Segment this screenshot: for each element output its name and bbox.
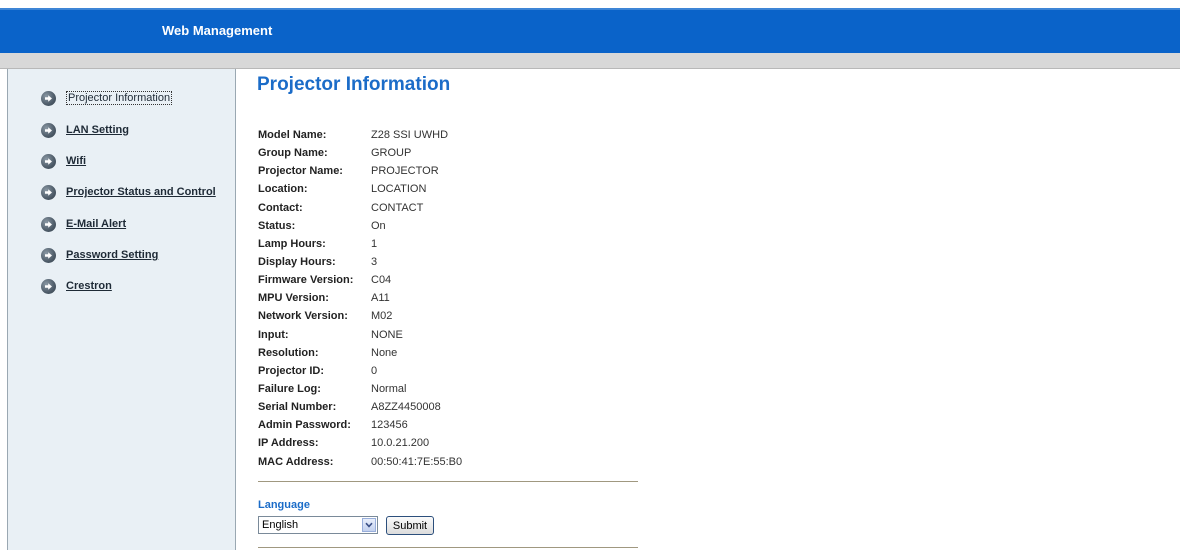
info-row-projector-name: Projector Name: PROJECTOR <box>258 162 439 180</box>
info-row-display-hours: Display Hours: 3 <box>258 253 377 271</box>
info-value: NONE <box>371 329 403 341</box>
sidebar-item-label[interactable]: Password Setting <box>66 249 158 261</box>
info-value: PROJECTOR <box>371 165 439 177</box>
info-row-ip-address: IP Address: 10.0.21.200 <box>258 434 429 452</box>
arrow-right-circle-icon <box>41 90 56 106</box>
info-label: Model Name: <box>258 129 327 141</box>
sidebar-item-label[interactable]: Wifi <box>66 155 86 167</box>
info-row-firmware-version: Firmware Version: C04 <box>258 271 391 289</box>
info-row-group-name: Group Name: GROUP <box>258 144 411 162</box>
info-value: 123456 <box>371 419 408 431</box>
info-value: 1 <box>371 238 378 250</box>
info-label: Group Name: <box>258 147 328 159</box>
info-value: A8ZZ4450008 <box>371 401 441 413</box>
language-select-value: English <box>262 519 299 531</box>
sidebar-item-crestron[interactable]: Crestron <box>41 275 112 297</box>
info-value: C04 <box>371 274 392 286</box>
info-label: Location: <box>258 183 308 195</box>
info-row-projector-id: Projector ID: 0 <box>258 362 377 380</box>
divider <box>258 547 638 548</box>
info-label: IP Address: <box>258 437 319 449</box>
sidebar-item-email-alert[interactable]: E-Mail Alert <box>41 213 126 235</box>
info-row-mac-address: MAC Address: 00:50:41:7E:55:B0 <box>258 453 462 471</box>
sidebar-item-projector-status-and-control[interactable]: Projector Status and Control <box>41 181 216 203</box>
page-title: Projector Information <box>257 74 451 95</box>
info-label: Display Hours: <box>258 256 336 268</box>
arrow-right-circle-icon <box>41 184 56 200</box>
sidebar-item-lan-setting[interactable]: LAN Setting <box>41 119 129 141</box>
info-row-location: Location: LOCATION <box>258 180 426 198</box>
info-row-contact: Contact: CONTACT <box>258 199 423 217</box>
sidebar: Projector Information LAN Setting Wifi P… <box>7 69 236 550</box>
info-row-failure-log: Failure Log: Normal <box>258 380 406 398</box>
arrow-right-circle-icon <box>41 247 56 263</box>
info-row-resolution: Resolution: None <box>258 344 397 362</box>
info-label: Failure Log: <box>258 383 321 395</box>
arrow-right-circle-icon <box>41 153 56 169</box>
info-row-admin-password: Admin Password: 123456 <box>258 416 408 434</box>
info-value: 00:50:41:7E:55:B0 <box>371 456 463 468</box>
info-row-status: Status: On <box>258 217 386 235</box>
info-label: Status: <box>258 220 296 232</box>
browser-page: Web Management Projector Information LAN… <box>0 0 1180 550</box>
arrow-right-circle-icon <box>41 216 56 232</box>
sidebar-item-projector-information[interactable]: Projector Information <box>41 87 173 109</box>
info-value: None <box>371 347 398 359</box>
info-label: Serial Number: <box>258 401 337 413</box>
info-label: MAC Address: <box>258 456 334 468</box>
info-row-lamp-hours: Lamp Hours: 1 <box>258 235 377 253</box>
info-label: Contact: <box>258 202 303 214</box>
info-label: Projector ID: <box>258 365 325 377</box>
sidebar-item-password-setting[interactable]: Password Setting <box>41 244 158 266</box>
info-row-model-name: Model Name: Z28 SSI UWHD <box>258 126 448 144</box>
info-row-input: Input: NONE <box>258 326 403 344</box>
chevron-down-icon[interactable] <box>362 518 376 532</box>
sidebar-item-label[interactable]: E-Mail Alert <box>66 218 126 230</box>
header-title: Web Management <box>162 23 273 38</box>
info-value: GROUP <box>371 147 412 159</box>
info-label: Input: <box>258 329 289 341</box>
language-select[interactable]: English <box>258 516 378 534</box>
info-value: CONTACT <box>371 202 424 214</box>
info-label: Resolution: <box>258 347 319 359</box>
sidebar-item-label[interactable]: Crestron <box>66 280 112 292</box>
info-value: Normal <box>371 383 407 395</box>
info-value: A11 <box>371 292 390 304</box>
top-strip <box>0 0 1180 8</box>
info-value: 3 <box>371 256 378 268</box>
info-value: LOCATION <box>371 183 427 195</box>
language-label: Language <box>258 499 310 511</box>
sidebar-item-wifi[interactable]: Wifi <box>41 150 86 172</box>
divider <box>258 481 638 482</box>
info-value: 0 <box>371 365 378 377</box>
sidebar-item-label[interactable]: Projector Information <box>66 91 173 105</box>
info-label: Firmware Version: <box>258 274 354 286</box>
info-row-network-version: Network Version: M02 <box>258 307 392 325</box>
submit-button[interactable]: Submit <box>386 516 434 535</box>
info-label: Lamp Hours: <box>258 238 326 250</box>
sidebar-item-label[interactable]: Projector Status and Control <box>66 186 216 198</box>
info-row-mpu-version: MPU Version: A11 <box>258 289 390 307</box>
info-label: Admin Password: <box>258 419 351 431</box>
arrow-right-circle-icon <box>41 278 56 294</box>
info-label: Network Version: <box>258 310 348 322</box>
info-value: M02 <box>371 310 393 322</box>
info-row-serial-number: Serial Number: A8ZZ4450008 <box>258 398 441 416</box>
sidebar-item-label[interactable]: LAN Setting <box>66 124 129 136</box>
header-separator-bar <box>0 53 1180 69</box>
arrow-right-circle-icon <box>41 122 56 138</box>
info-value: On <box>371 220 386 232</box>
main-content: Projector Information Model Name: Z28 SS… <box>236 69 1180 550</box>
info-value: 10.0.21.200 <box>371 437 430 449</box>
info-label: Projector Name: <box>258 165 343 177</box>
header-bar: Web Management <box>0 8 1180 53</box>
info-value: Z28 SSI UWHD <box>371 129 449 141</box>
info-label: MPU Version: <box>258 292 329 304</box>
